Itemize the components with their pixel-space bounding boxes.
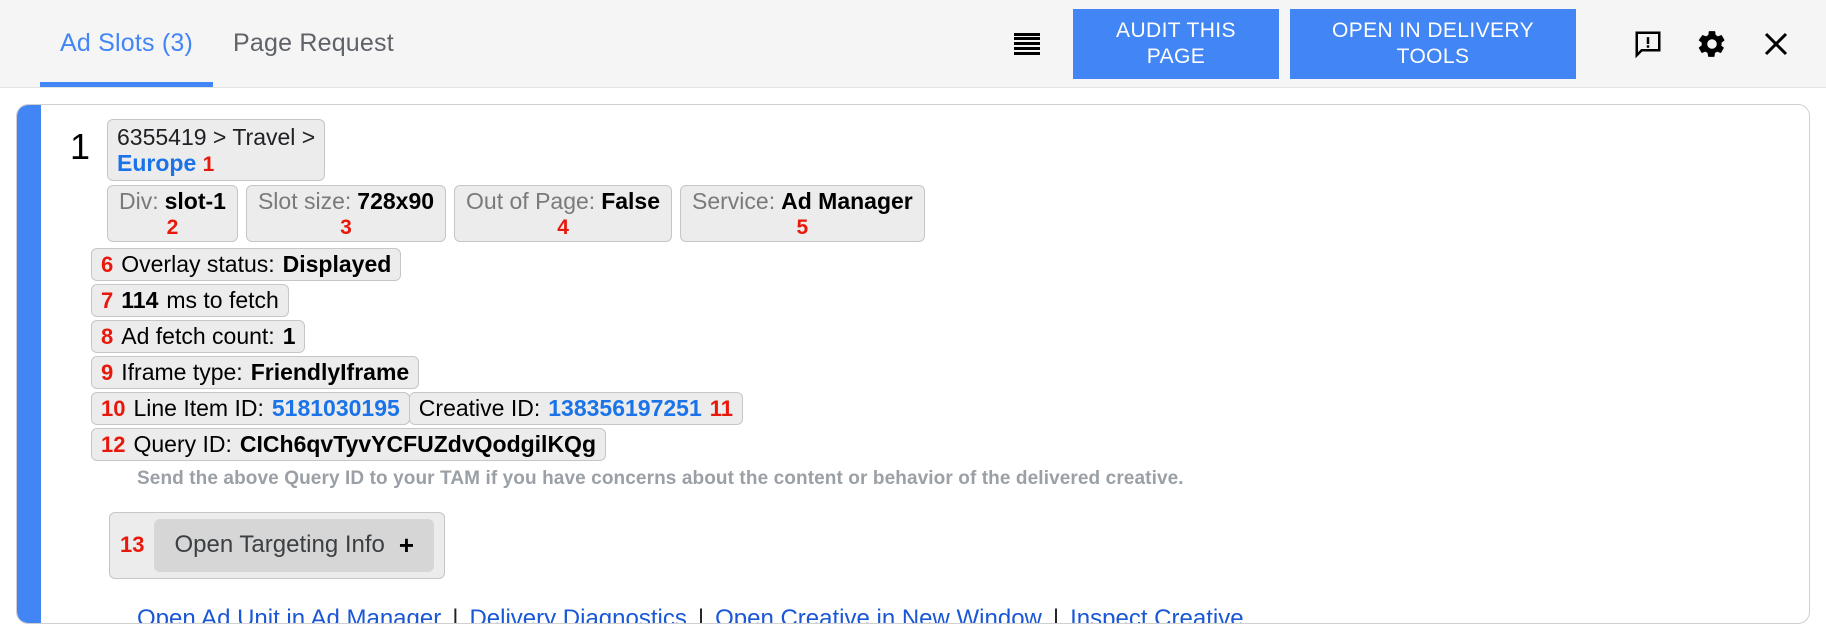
link-open-ad-unit-in-ad-manager[interactable]: Open Ad Unit in Ad Manager (137, 605, 441, 625)
link-inspect-creative[interactable]: Inspect Creative (1070, 605, 1243, 625)
toolbar-actions: AUDIT THIS PAGE OPEN IN DELIVERY TOOLS (995, 0, 1826, 87)
slot-attributes-row: Div: slot-1 2 Slot size: 728x90 3 Out of… (107, 185, 1809, 242)
slot-index: 1 (65, 119, 95, 165)
detail-query-id-value: CICh6qvTyvYCFUZdvQodgilKQg (240, 431, 596, 458)
annotation-marker-13: 13 (120, 532, 144, 558)
toolbar-spacer (414, 0, 995, 87)
detail-overlay-status-chip: 6 Overlay status: Displayed (91, 248, 401, 281)
attribute-out-of-page-line: Out of Page: False (466, 188, 660, 215)
annotation-marker-6: 6 (101, 252, 113, 278)
open-targeting-info-label: Open Targeting Info (174, 531, 384, 559)
detail-overlay-status: 6 Overlay status: Displayed (91, 248, 1809, 281)
detail-ids-group: 10 Line Item ID: 5181030195 Creative ID:… (91, 392, 743, 425)
annotation-marker-2: 2 (167, 216, 179, 240)
attribute-out-of-page-value: False (601, 188, 660, 215)
gear-icon[interactable] (1684, 0, 1740, 88)
open-targeting-info-button[interactable]: Open Targeting Info + (154, 519, 434, 572)
hamburger-icon[interactable] (995, 0, 1059, 88)
detail-overlay-status-value: Displayed (283, 251, 392, 278)
detail-overlay-status-label: Overlay status: (121, 251, 274, 278)
detail-line-item-id-value[interactable]: 5181030195 (272, 395, 400, 422)
attribute-slot-size: Slot size: 728x90 3 (246, 185, 446, 242)
link-separator: | (441, 605, 469, 625)
tab-page-request[interactable]: Page Request (213, 0, 414, 87)
ad-slot-card-body: 1 6355419 > Travel > Europe 1 Div: slot-… (41, 105, 1809, 624)
attribute-slot-size-value: 728x90 (357, 188, 434, 215)
link-separator: | (687, 605, 715, 625)
annotation-marker-9: 9 (101, 360, 113, 386)
ad-unit-path-leaf[interactable]: Europe (117, 150, 196, 176)
targeting-info-wrapper: 13 Open Targeting Info + (109, 512, 445, 579)
attribute-slot-size-line: Slot size: 728x90 (258, 188, 434, 215)
open-in-delivery-tools-button[interactable]: OPEN IN DELIVERY TOOLS (1290, 9, 1576, 79)
feedback-icon[interactable] (1620, 0, 1676, 88)
slot-header-row: 1 6355419 > Travel > Europe 1 (65, 119, 1809, 181)
ad-unit-path-chip[interactable]: 6355419 > Travel > Europe 1 (107, 119, 325, 181)
detail-fetch-count-label: Ad fetch count: (121, 323, 274, 350)
detail-iframe-type-value: FriendlyIframe (251, 359, 410, 386)
detail-query-id-label: Query ID: (133, 431, 231, 458)
detail-line-item-id-label: Line Item ID: (133, 395, 263, 422)
annotation-marker-3: 3 (340, 216, 352, 240)
detail-iframe-type-chip: 9 Iframe type: FriendlyIframe (91, 356, 419, 389)
annotation-marker-1: 1 (203, 153, 215, 176)
attribute-div-label: Div: (119, 188, 159, 215)
annotation-marker-5: 5 (797, 216, 809, 240)
tab-ad-slots-label: Ad Slots (3) (60, 29, 193, 58)
attribute-slot-size-label: Slot size: (258, 188, 351, 215)
attribute-out-of-page-label: Out of Page: (466, 188, 595, 215)
ad-slot-card: 1 6355419 > Travel > Europe 1 Div: slot-… (16, 104, 1810, 624)
detail-creative-id-chip: Creative ID: 138356197251 11 (409, 392, 743, 425)
detail-fetch-count: 8 Ad fetch count: 1 (91, 320, 1809, 353)
detail-line-item-id-chip: 10 Line Item ID: 5181030195 (91, 392, 410, 425)
tab-ad-slots[interactable]: Ad Slots (3) (40, 0, 213, 87)
detail-iframe-type-label: Iframe type: (121, 359, 242, 386)
attribute-div-line: Div: slot-1 (119, 188, 226, 215)
attribute-out-of-page: Out of Page: False 4 (454, 185, 672, 242)
detail-query-id-chip: 12 Query ID: CICh6qvTyvYCFUZdvQodgilKQg (91, 428, 606, 461)
detail-fetch-count-value: 1 (283, 323, 296, 350)
detail-creative-id-label: Creative ID: (419, 395, 540, 422)
detail-fetch-count-chip: 8 Ad fetch count: 1 (91, 320, 305, 353)
attribute-service-line: Service: Ad Manager (692, 188, 913, 215)
annotation-marker-10: 10 (101, 396, 125, 422)
ad-slot-list: 1 6355419 > Travel > Europe 1 Div: slot-… (0, 88, 1826, 624)
detail-fetch-time-value: 114 (121, 287, 158, 314)
annotation-marker-8: 8 (101, 324, 113, 350)
attribute-div: Div: slot-1 2 (107, 185, 238, 242)
tab-page-request-label: Page Request (233, 29, 394, 58)
detail-creative-id-value[interactable]: 138356197251 (548, 395, 702, 422)
link-open-creative-in-new-window[interactable]: Open Creative in New Window (715, 605, 1042, 625)
hamburger-bars (1014, 33, 1040, 55)
plus-icon: + (399, 530, 414, 561)
annotation-marker-7: 7 (101, 288, 113, 314)
ad-unit-path-head: 6355419 > Travel > (117, 124, 315, 150)
link-delivery-diagnostics[interactable]: Delivery Diagnostics (469, 605, 686, 625)
detail-iframe-type: 9 Iframe type: FriendlyIframe (91, 356, 1809, 389)
slot-details-list: 6 Overlay status: Displayed 7 114 ms to … (91, 248, 1809, 461)
audit-this-page-button[interactable]: AUDIT THIS PAGE (1073, 9, 1279, 79)
annotation-marker-4: 4 (557, 216, 569, 240)
close-icon[interactable] (1748, 0, 1804, 88)
detail-fetch-time: 7 114 ms to fetch (91, 284, 1809, 317)
tam-note: Send the above Query ID to your TAM if y… (137, 468, 1809, 490)
slot-links-row: Open Ad Unit in Ad Manager | Delivery Di… (137, 605, 1809, 625)
link-separator: | (1042, 605, 1070, 625)
detail-fetch-time-chip: 7 114 ms to fetch (91, 284, 289, 317)
toolbar: Ad Slots (3) Page Request AUDIT THIS PAG… (0, 0, 1826, 88)
attribute-service-label: Service: (692, 188, 775, 215)
attribute-div-value: slot-1 (165, 188, 226, 215)
tab-bar: Ad Slots (3) Page Request (0, 0, 414, 87)
attribute-service: Service: Ad Manager 5 (680, 185, 925, 242)
detail-ids-row: 10 Line Item ID: 5181030195 Creative ID:… (91, 392, 1809, 425)
attribute-service-value: Ad Manager (781, 188, 913, 215)
slot-accent-bar (17, 105, 41, 623)
annotation-marker-11: 11 (710, 396, 733, 422)
annotation-marker-12: 12 (101, 432, 125, 458)
detail-fetch-time-label: ms to fetch (166, 287, 278, 314)
detail-query-id: 12 Query ID: CICh6qvTyvYCFUZdvQodgilKQg (91, 428, 1809, 461)
